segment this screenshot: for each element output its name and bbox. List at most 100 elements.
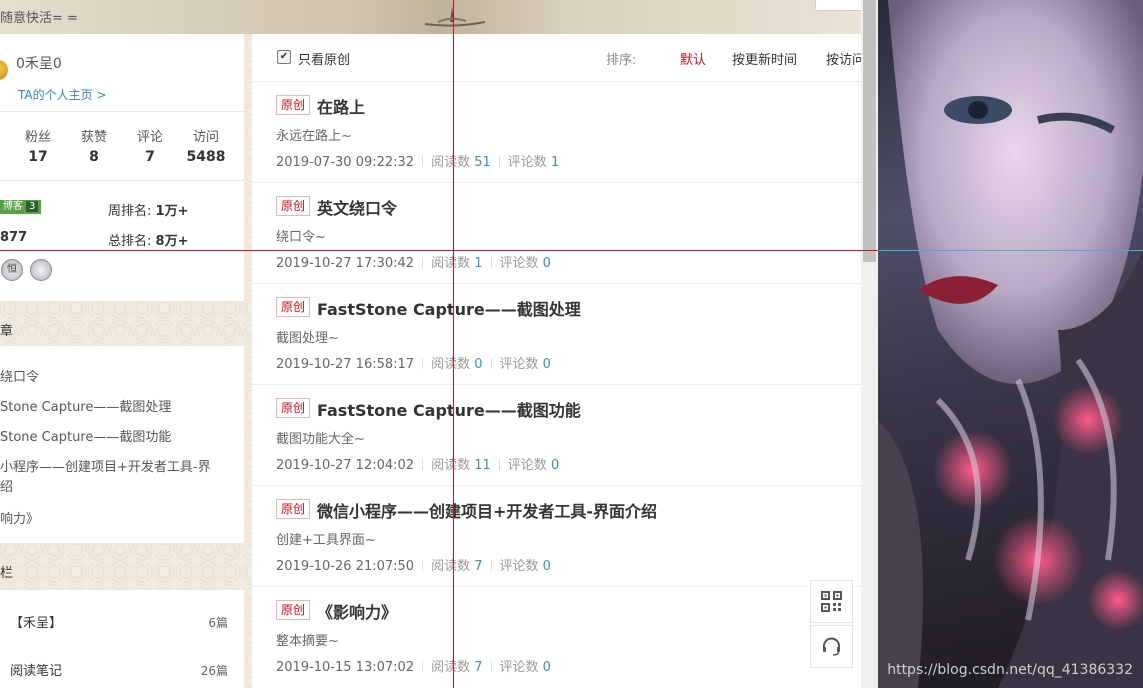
blog-level-badge[interactable]: 博客 3 xyxy=(0,200,42,214)
article-title[interactable]: 《影响力》 xyxy=(317,599,397,623)
article-meta: 2019-07-30 09:22:32 阅读数 51 评论数 1 xyxy=(276,151,559,170)
read-count-label: 阅读数 xyxy=(431,256,471,271)
comment-count: 1 xyxy=(550,155,560,170)
sort-by-update-time[interactable]: 按更新时间 xyxy=(732,49,797,68)
customer-support-button[interactable] xyxy=(810,625,853,668)
column-item[interactable]: 【禾呈】 xyxy=(10,612,62,631)
article-meta: 2019-10-27 17:30:42 阅读数 1 评论数 0 xyxy=(276,252,551,271)
article-meta: 2019-10-27 12:04:02 阅读数 11 评论数 0 xyxy=(276,454,559,473)
article-item[interactable]: 原创 FastStone Capture——截图功能 截图功能大全~ 2019-… xyxy=(252,385,861,486)
original-only-label[interactable]: 只看原创 xyxy=(298,49,350,68)
avatar[interactable] xyxy=(0,60,8,80)
comment-count-label: 评论数 xyxy=(499,256,539,271)
article-item[interactable]: 原创 FastStone Capture——截图处理 截图处理~ 2019-10… xyxy=(252,284,861,385)
qr-code-icon xyxy=(821,591,842,612)
original-tag: 原创 xyxy=(276,398,311,418)
comment-count-label: 评论数 xyxy=(507,155,547,170)
top-action-button[interactable] xyxy=(815,0,867,11)
recent-article-link[interactable]: 绕口令 xyxy=(0,366,39,385)
article-date: 2019-07-30 09:22:32 xyxy=(276,155,415,170)
column-count: 26篇 xyxy=(200,664,228,678)
article-item[interactable]: 原创 《影响力》 整本摘要~ 2019-10-15 13:07:02 阅读数 7 评… xyxy=(252,587,861,687)
column-item[interactable]: 阅读笔记 xyxy=(10,660,62,679)
comment-count: 0 xyxy=(542,559,551,574)
crosshair-horizontal-line-photo xyxy=(878,250,1143,251)
stat-likes: 获赞 8 xyxy=(80,130,107,165)
read-count-label: 阅读数 xyxy=(431,660,471,675)
sort-label: 排序: xyxy=(606,53,637,68)
article-date: 2019-10-27 12:04:02 xyxy=(276,458,415,473)
read-count: 1 xyxy=(474,256,483,271)
article-list-panel: ✔ 只看原创 排序: 默认 按更新时间 按访问 原创 在路上 永远在路上~ 20… xyxy=(252,34,865,688)
comment-count-label: 评论数 xyxy=(499,660,539,675)
recent-article-link[interactable]: 小程序——创建项目+开发者工具-界 xyxy=(0,456,211,475)
article-meta: 2019-10-26 21:07:50 阅读数 7 评论数 0 xyxy=(276,555,551,574)
article-title[interactable]: 微信小程序——创建项目+开发者工具-界面介绍 xyxy=(317,498,657,522)
original-tag: 原创 xyxy=(276,297,311,317)
recent-article-link-cont[interactable]: 绍 xyxy=(0,476,13,495)
stat-fans: 粉丝 17 xyxy=(24,130,51,165)
original-tag: 原创 xyxy=(276,95,311,115)
read-count-label: 阅读数 xyxy=(431,155,471,170)
medal-icon[interactable] xyxy=(30,259,52,281)
comment-count: 0 xyxy=(550,458,560,473)
article-description: 整本摘要~ xyxy=(276,634,339,649)
comment-count: 0 xyxy=(542,357,551,372)
article-meta: 2019-10-27 16:58:17 阅读数 0 评论数 0 xyxy=(276,353,551,372)
stat-comments: 评论 7 xyxy=(136,130,163,165)
columns-heading: 栏 xyxy=(0,566,14,581)
article-item[interactable]: 原创 微信小程序——创建项目+开发者工具-界面介绍 创建+工具界面~ 2019-… xyxy=(252,486,861,587)
sort-by-visits[interactable]: 按访问 xyxy=(826,49,865,68)
article-item[interactable]: 原创 在路上 永远在路上~ 2019-07-30 09:22:32 阅读数 51 评… xyxy=(252,82,861,183)
comment-count: 0 xyxy=(542,256,551,271)
article-title[interactable]: 在路上 xyxy=(317,94,365,118)
read-count: 0 xyxy=(474,357,483,372)
divider xyxy=(0,111,244,112)
username[interactable]: 0禾呈0 xyxy=(16,53,62,73)
divider xyxy=(0,180,244,181)
article-date: 2019-10-27 16:58:17 xyxy=(276,357,415,372)
home-page-link[interactable]: TA的个人主页 > xyxy=(18,86,106,103)
background-portrait-photo: https://blog.csdn.net/qq_41386332 xyxy=(878,0,1143,688)
original-tag: 原创 xyxy=(276,600,311,620)
read-count-label: 阅读数 xyxy=(431,559,471,574)
original-tag: 原创 xyxy=(276,499,311,519)
article-description: 截图功能大全~ xyxy=(276,432,365,447)
columns-card: 【禾呈】 6篇 阅读笔记 26篇 xyxy=(0,590,244,688)
article-date: 2019-10-26 21:07:50 xyxy=(276,559,415,574)
crosshair-horizontal-line xyxy=(0,250,878,251)
sort-default[interactable]: 默认 xyxy=(680,49,706,68)
article-title[interactable]: FastStone Capture——截图处理 xyxy=(317,296,581,320)
read-count-label: 阅读数 xyxy=(431,357,471,372)
column-count: 6篇 xyxy=(208,616,228,630)
profile-card: 0禾呈0 TA的个人主页 > 粉丝 17 获赞 8 评论 7 访问 5488 博… xyxy=(0,34,244,301)
portrait-illustration xyxy=(878,0,1143,688)
stat-visits: 访问 5488 xyxy=(186,130,226,165)
week-rank: 周排名: 1万+ xyxy=(108,204,189,219)
article-title[interactable]: 英文绕口令 xyxy=(317,195,397,219)
article-meta: 2019-10-15 13:07:02 阅读数 7 评论数 0 xyxy=(276,656,551,675)
article-description: 创建+工具界面~ xyxy=(276,533,376,548)
crosshair-vertical-line xyxy=(453,0,454,688)
filter-bar: ✔ 只看原创 排序: 默认 按更新时间 按访问 xyxy=(252,34,865,82)
article-date: 2019-10-27 17:30:42 xyxy=(276,256,415,271)
blog-banner: 随意快活= = xyxy=(0,0,878,34)
recent-articles-card: 绕口令 Stone Capture——截图处理 Stone Capture——截… xyxy=(0,346,244,543)
article-title[interactable]: FastStone Capture——截图功能 xyxy=(317,397,581,421)
recent-article-link[interactable]: Stone Capture——截图处理 xyxy=(0,396,171,415)
article-date: 2019-10-15 13:07:02 xyxy=(276,660,415,675)
headset-icon xyxy=(823,637,840,656)
medal-icon[interactable]: 恒 xyxy=(1,259,23,281)
original-only-checkbox[interactable]: ✔ xyxy=(277,50,291,64)
recent-article-link[interactable]: 响力》 xyxy=(0,508,39,527)
article-item[interactable]: 原创 英文绕口令 绕口令~ 2019-10-27 17:30:42 阅读数 1 评论… xyxy=(252,183,861,284)
total-rank: 总排名: 8万+ xyxy=(108,234,189,249)
qr-code-button[interactable] xyxy=(810,580,853,623)
recent-articles-heading: 章 xyxy=(0,324,14,339)
recent-article-link[interactable]: Stone Capture——截图功能 xyxy=(0,426,171,445)
article-description: 绕口令~ xyxy=(276,230,326,245)
read-count-label: 阅读数 xyxy=(431,458,471,473)
comment-count: 0 xyxy=(542,660,551,675)
scrollbar-thumb[interactable] xyxy=(863,0,876,262)
ink-boat-illustration xyxy=(424,6,486,27)
